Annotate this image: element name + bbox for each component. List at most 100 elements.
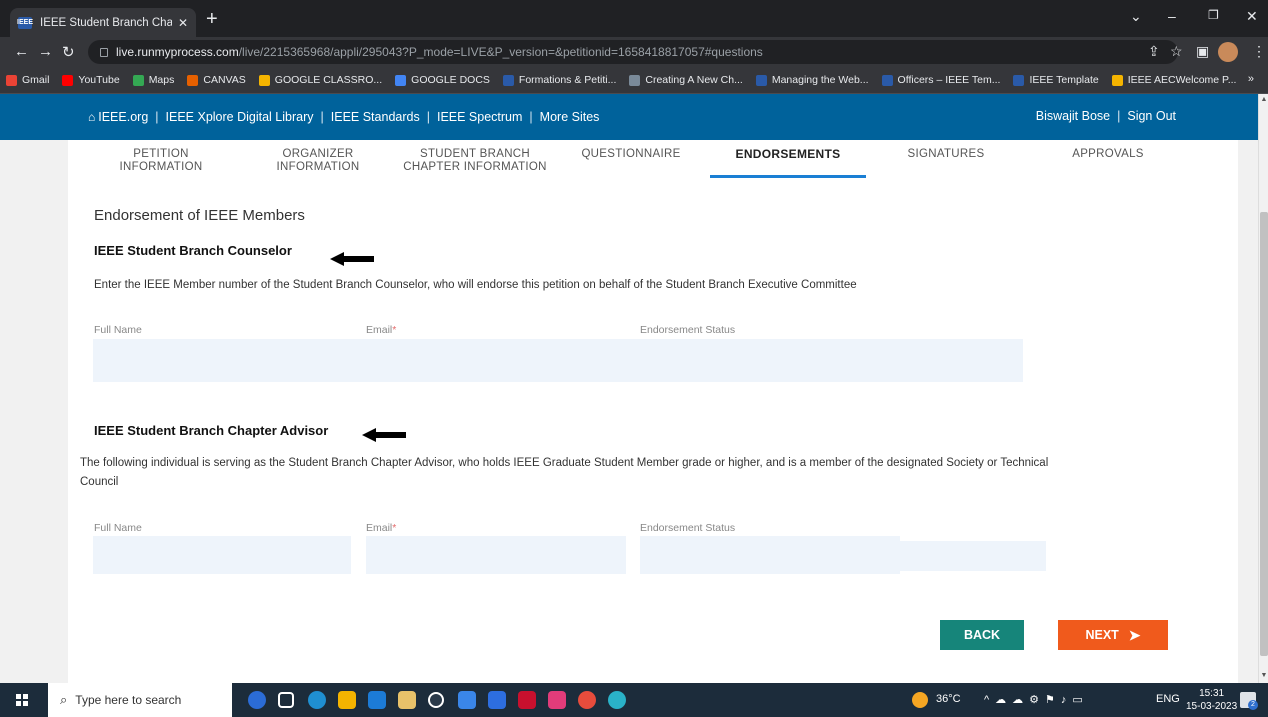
advisor-description: The following individual is serving as t…: [80, 454, 1180, 492]
bookmark-item[interactable]: Managing the Web...: [755, 74, 869, 86]
mail-icon[interactable]: [368, 691, 386, 709]
scrollbar-thumb[interactable]: [1260, 212, 1268, 656]
maximize-button[interactable]: ❐: [1208, 8, 1219, 22]
store-icon[interactable]: [398, 691, 416, 709]
counselor-heading: IEEE Student Branch Counselor: [94, 243, 292, 258]
bookmark-label: CANVAS: [203, 74, 246, 86]
menu-kebab-icon[interactable]: ⋮: [1252, 43, 1266, 60]
share-icon[interactable]: ⇪: [1148, 43, 1160, 60]
bookmark-item[interactable]: Maps: [132, 74, 174, 86]
new-tab-button[interactable]: +: [206, 9, 218, 29]
back-arrow-icon[interactable]: ←: [14, 43, 29, 60]
tab-student-branch-chapter-information[interactable]: STUDENT BRANCH CHAPTER INFORMATION: [390, 148, 560, 174]
windows-start-icon[interactable]: [16, 694, 28, 706]
url-path: /live/2215365968/appli/295043?P_mode=LIV…: [238, 45, 763, 59]
nav-link-xplore[interactable]: IEEE Xplore Digital Library: [166, 110, 314, 124]
user-name-link[interactable]: Biswajit Bose: [1036, 109, 1110, 123]
next-button[interactable]: NEXT ➤: [1058, 620, 1168, 650]
profile-avatar[interactable]: [1218, 42, 1238, 62]
chrome-icon[interactable]: [578, 691, 596, 709]
advisor-extra-field[interactable]: [900, 541, 1046, 571]
bookmark-label: IEEE AECWelcome P...: [1127, 74, 1237, 86]
language-indicator[interactable]: ENG: [1156, 693, 1180, 705]
nav-link-ieee-org[interactable]: IEEE.org: [98, 110, 148, 124]
forward-arrow-icon[interactable]: →: [38, 43, 53, 60]
tab-endorsements[interactable]: ENDORSEMENTS: [718, 148, 858, 161]
tab-title: IEEE Student Branch Chapter Vie: [40, 16, 172, 29]
step-label: PETITION: [133, 148, 189, 160]
bookmark-item[interactable]: Formations & Petiti...: [502, 74, 616, 86]
scroll-down-icon[interactable]: ▼: [1259, 672, 1268, 679]
cortana-icon[interactable]: [248, 691, 266, 709]
file-explorer-icon[interactable]: [338, 691, 356, 709]
reload-icon[interactable]: ↻: [62, 43, 75, 61]
bookmark-favicon-icon: [1111, 74, 1123, 86]
back-button[interactable]: BACK: [940, 620, 1024, 650]
bookmark-item[interactable]: Creating A New Ch...: [629, 74, 743, 86]
bookmark-favicon-icon: [395, 74, 407, 86]
tab-search-icon[interactable]: ⌄: [1130, 8, 1142, 25]
counselor-row-field[interactable]: [93, 339, 1023, 382]
bookmark-item[interactable]: CANVAS: [187, 74, 246, 86]
counselor-status-label: Endorsement Status: [640, 324, 736, 336]
close-tab-icon[interactable]: ✕: [178, 16, 188, 30]
browser-tab-strip: IEEE IEEE Student Branch Chapter Vie ✕ +…: [0, 0, 1268, 37]
page-scrollbar[interactable]: ▲ ▼: [1258, 94, 1268, 683]
scroll-up-icon[interactable]: ▲: [1259, 96, 1268, 103]
search-placeholder: Type here to search: [75, 693, 182, 707]
home-icon[interactable]: ⌂: [88, 110, 95, 124]
bookmark-label: GOOGLE DOCS: [411, 74, 490, 86]
weather-icon[interactable]: [912, 692, 928, 708]
bookmarks-bar: Gmail YouTube Maps CANVAS GOOGLE CLASSRO... G…: [0, 67, 1268, 94]
tab-signatures[interactable]: SIGNATURES: [886, 148, 1006, 161]
nav-link-spectrum[interactable]: IEEE Spectrum: [437, 110, 522, 124]
tab-petition-information[interactable]: PETITION INFORMATION: [106, 148, 216, 174]
browser-tab[interactable]: IEEE IEEE Student Branch Chapter Vie ✕: [10, 8, 196, 37]
search-icon: ⌕: [60, 692, 68, 707]
bookmark-item[interactable]: GOOGLE DOCS: [395, 74, 490, 86]
side-panel-icon[interactable]: ▣: [1196, 43, 1209, 60]
address-bar[interactable]: live.runmyprocess.com /live/2215365968/a…: [88, 40, 1178, 64]
tab-questionnaire[interactable]: QUESTIONNAIRE: [568, 148, 694, 161]
browser-toolbar: ← → ↻ live.runmyprocess.com /live/221536…: [0, 37, 1268, 67]
system-tray-icons[interactable]: ^☁☁⚙⚑♪▭: [984, 693, 1089, 706]
bookmark-item[interactable]: IEEE AECWelcome P...: [1111, 74, 1237, 86]
nav-link-standards[interactable]: IEEE Standards: [331, 110, 420, 124]
url-host: live.runmyprocess.com: [116, 45, 239, 59]
bookmark-item[interactable]: IEEE Template: [1013, 74, 1099, 86]
sign-out-link[interactable]: Sign Out: [1127, 109, 1176, 123]
advisor-email-field[interactable]: [366, 536, 626, 574]
bookmark-item[interactable]: Gmail: [6, 74, 49, 86]
zoom-icon[interactable]: [488, 691, 506, 709]
advisor-status-field[interactable]: [640, 536, 900, 574]
bookmarks-overflow-button[interactable]: »: [1248, 73, 1254, 85]
close-window-button[interactable]: ✕: [1246, 8, 1258, 25]
minimize-button[interactable]: –: [1168, 8, 1176, 24]
clock[interactable]: 15:31 15-03-2023: [1186, 687, 1237, 713]
netflix-icon[interactable]: [518, 691, 536, 709]
bookmark-item[interactable]: GOOGLE CLASSRO...: [258, 74, 383, 86]
bookmark-item[interactable]: YouTube: [62, 74, 120, 86]
nav-link-more-sites[interactable]: More Sites: [540, 110, 600, 124]
tab-organizer-information[interactable]: ORGANIZER INFORMATION: [258, 148, 378, 174]
bookmark-label: GOOGLE CLASSRO...: [274, 74, 383, 86]
windows-taskbar: ⌕ Type here to search 36°C ^☁☁⚙⚑♪▭ ENG 1…: [0, 683, 1268, 717]
canva-icon[interactable]: [608, 691, 626, 709]
app-pink-icon[interactable]: [548, 691, 566, 709]
advisor-status-label: Endorsement Status: [640, 522, 736, 534]
taskbar-search-input[interactable]: ⌕ Type here to search: [48, 683, 232, 717]
tab-approvals[interactable]: APPROVALS: [1048, 148, 1168, 161]
media-player-icon[interactable]: [428, 692, 444, 708]
task-view-icon[interactable]: [278, 692, 294, 708]
bookmark-item[interactable]: Officers – IEEE Tem...: [881, 74, 1000, 86]
step-label: ENDORSEMENTS: [735, 147, 841, 161]
weather-temp[interactable]: 36°C: [936, 693, 961, 705]
ieee-top-nav: ⌂ IEEE.org | IEEE Xplore Digital Library…: [0, 94, 1258, 140]
bookmark-label: Managing the Web...: [771, 74, 869, 86]
app-four-icon[interactable]: [458, 691, 476, 709]
advisor-full-name-field[interactable]: [93, 536, 351, 574]
petition-form-card: PETITION INFORMATION ORGANIZER INFORMATI…: [68, 140, 1238, 683]
step-label: STUDENT BRANCH: [419, 148, 531, 160]
edge-icon[interactable]: [308, 691, 326, 709]
bookmark-star-icon[interactable]: ☆: [1170, 43, 1183, 60]
